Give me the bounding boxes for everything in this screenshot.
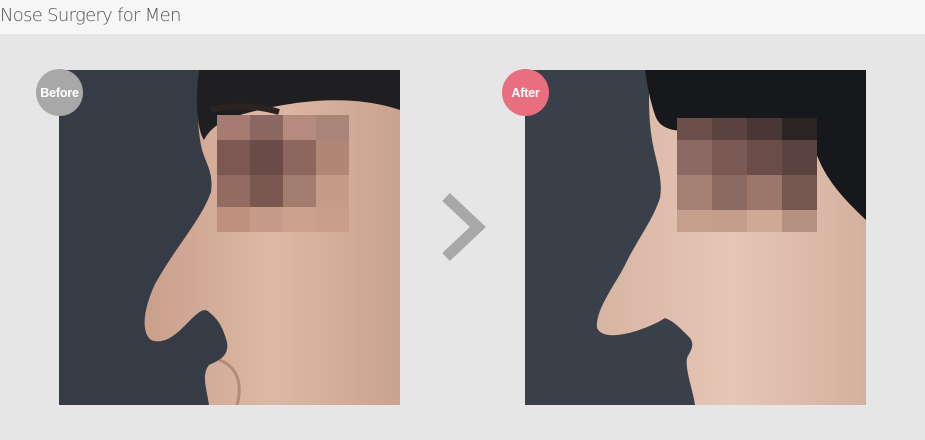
title-bar: Nose Surgery for Men: [0, 0, 925, 34]
after-photo: [525, 70, 866, 405]
before-photo: [59, 70, 400, 405]
chevron-right-icon: [442, 192, 486, 262]
before-badge: Before: [36, 69, 83, 116]
blur-mosaic: [217, 115, 349, 232]
after-badge: After: [502, 69, 549, 116]
page-title: Nose Surgery for Men: [0, 5, 181, 26]
blur-mosaic: [677, 118, 817, 232]
